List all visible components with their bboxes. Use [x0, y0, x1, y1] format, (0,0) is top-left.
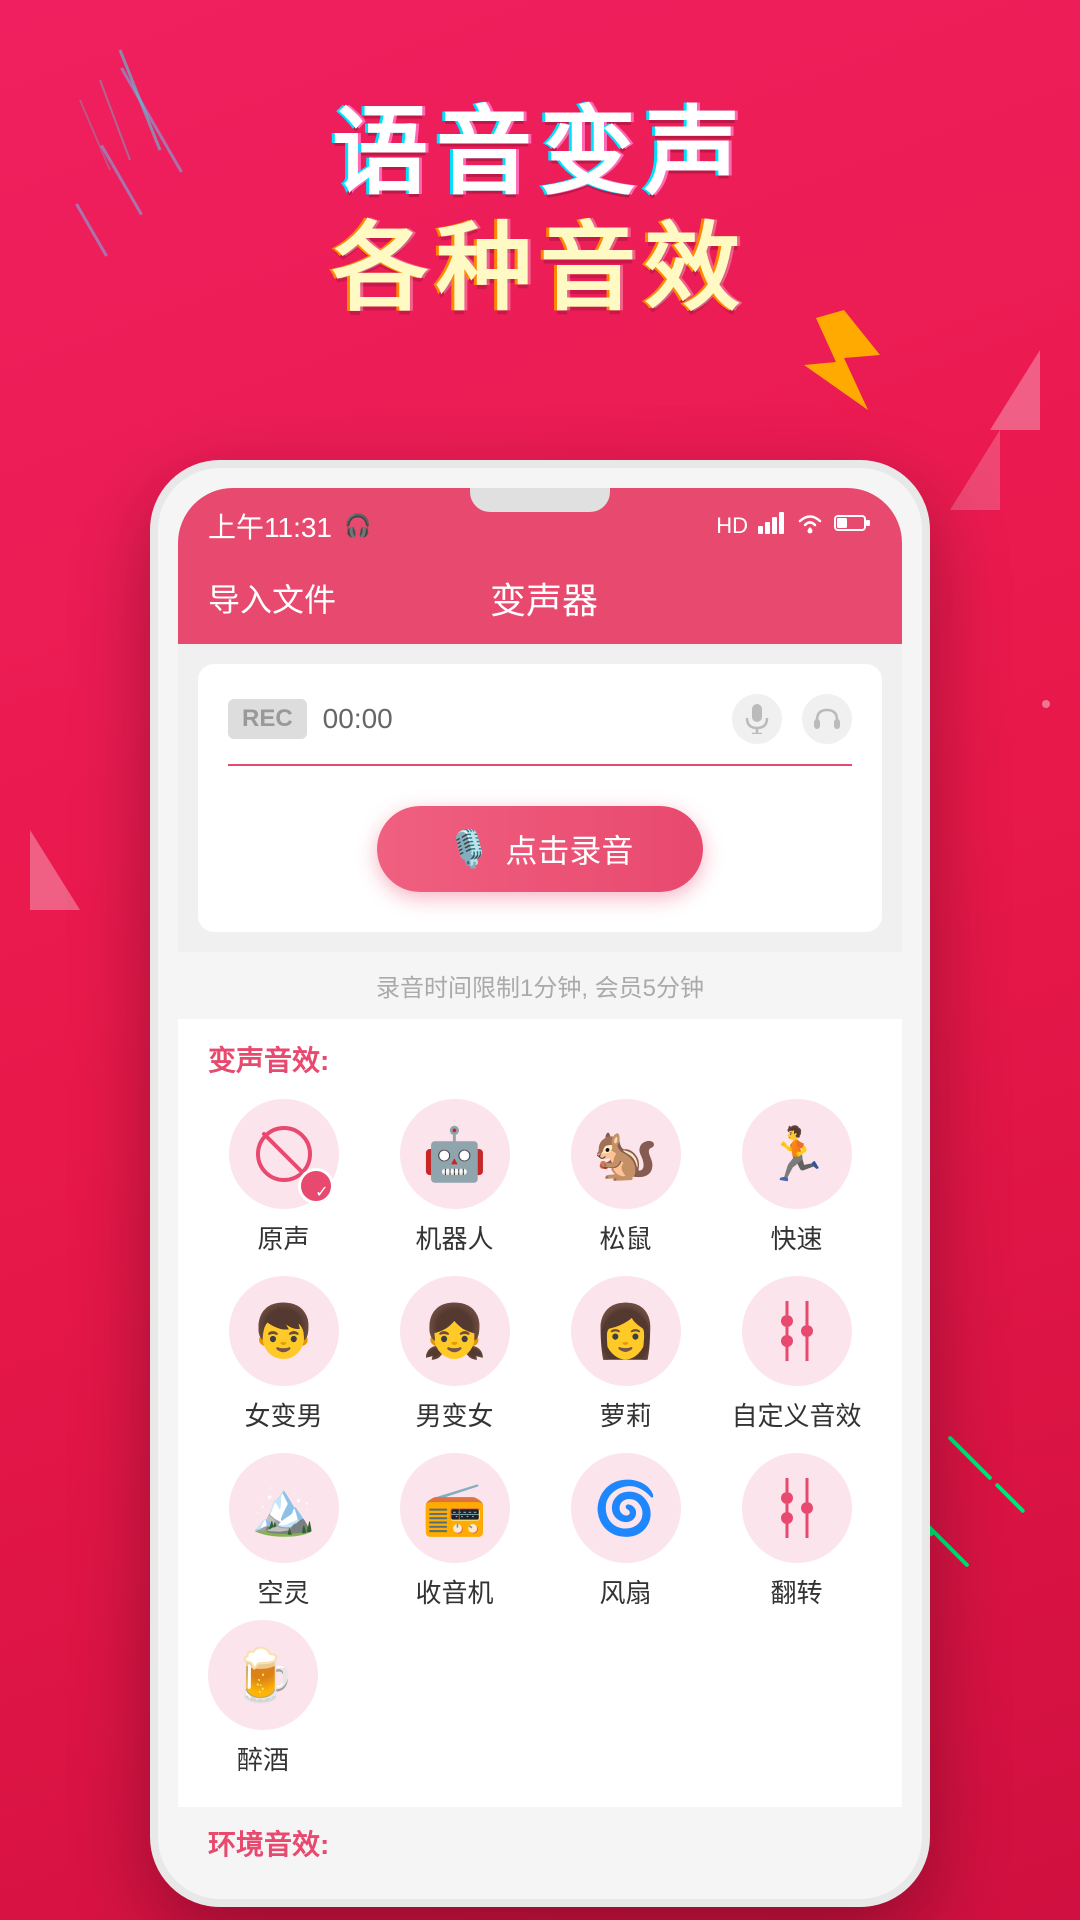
effect-m2f-circle: 👧	[400, 1276, 510, 1386]
effect-f2m[interactable]: 👦 女变男	[208, 1276, 359, 1433]
app-title: 变声器	[490, 572, 598, 624]
wifi-icon	[796, 512, 824, 540]
effect-custom-label: 自定义音效	[731, 1396, 861, 1433]
record-btn-label: 点击录音	[505, 826, 633, 872]
effect-molly[interactable]: 👩 萝莉	[550, 1276, 701, 1433]
phone-screen: 上午11:31 🎧 HD	[178, 488, 902, 1879]
effects-title: 变声音效:	[208, 1039, 872, 1079]
effect-f2m-label: 女变男	[244, 1396, 322, 1433]
effect-squirrel-label: 松鼠	[599, 1219, 651, 1256]
effect-fast-label: 快速	[770, 1219, 822, 1256]
effect-fast[interactable]: 🏃 快速	[721, 1099, 872, 1256]
effect-drunk[interactable]: 🍺 醉酒	[208, 1620, 318, 1777]
rec-icons	[732, 694, 852, 744]
effect-radio-label: 收音机	[415, 1573, 493, 1610]
mic-toggle-btn[interactable]	[732, 694, 782, 744]
hint-area: 录音时间限制1分钟, 会员5分钟	[178, 952, 902, 1019]
phone-mockup: 上午11:31 🎧 HD	[150, 460, 930, 1907]
battery-icon	[834, 513, 872, 539]
status-icons: HD	[716, 512, 872, 540]
effect-fan-label: 风扇	[599, 1573, 651, 1610]
headphone-icon: 🎧	[344, 513, 371, 539]
effect-fan-circle: 🌀	[571, 1453, 681, 1563]
effects-section: 变声音效: 原声 🤖 机器人	[178, 1019, 902, 1807]
effect-drunk-circle: 🍺	[208, 1620, 318, 1730]
effect-m2f-label: 男变女	[415, 1396, 493, 1433]
status-time: 上午11:31	[208, 506, 332, 546]
effect-drunk-label: 醉酒	[237, 1740, 289, 1777]
effect-ethereal-label: 空灵	[257, 1573, 309, 1610]
phone-frame: 上午11:31 🎧 HD	[150, 460, 930, 1907]
effect-m2f[interactable]: 👧 男变女	[379, 1276, 530, 1433]
waveform-line	[228, 764, 852, 766]
effect-ethereal[interactable]: 🏔️ 空灵	[208, 1453, 359, 1610]
effect-fan[interactable]: 🌀 风扇	[550, 1453, 701, 1610]
effect-radio[interactable]: 📻 收音机	[379, 1453, 530, 1610]
rec-badge: REC	[228, 699, 307, 739]
effects-grid: 原声 🤖 机器人 🐿️ 松鼠 🏃 快速	[208, 1099, 872, 1610]
effect-custom[interactable]: 自定义音效	[721, 1276, 872, 1433]
effect-flip-label: 翻转	[770, 1573, 822, 1610]
rec-bar: REC 00:00	[228, 694, 852, 744]
effect-molly-circle: 👩	[571, 1276, 681, 1386]
app-header: 导入文件 变声器	[178, 556, 902, 644]
record-button[interactable]: 🎙️ 点击录音	[377, 806, 704, 892]
recording-area: REC 00:00	[198, 664, 882, 932]
effect-flip[interactable]: 翻转	[721, 1453, 872, 1610]
title-area: 语音变声 各种音效	[0, 100, 1080, 321]
import-file-btn[interactable]: 导入文件	[208, 575, 336, 621]
effect-f2m-circle: 👦	[229, 1276, 339, 1386]
phone-notch	[470, 488, 610, 512]
hd-badge: HD	[716, 513, 748, 539]
rec-time: 00:00	[323, 703, 716, 735]
effect-original[interactable]: 原声	[208, 1099, 359, 1256]
mic-icon: 🎙️	[447, 828, 492, 870]
main-title: 语音变声	[0, 100, 1080, 206]
effect-flip-circle	[742, 1453, 852, 1563]
effect-ethereal-circle: 🏔️	[229, 1453, 339, 1563]
signal-icon	[758, 512, 786, 540]
effect-molly-label: 萝莉	[599, 1396, 651, 1433]
env-section: 环境音效:	[178, 1807, 902, 1879]
effect-robot[interactable]: 🤖 机器人	[379, 1099, 530, 1256]
effect-original-label: 原声	[257, 1219, 309, 1256]
effect-radio-circle: 📻	[400, 1453, 510, 1563]
effect-fast-circle: 🏃	[742, 1099, 852, 1209]
env-title: 环境音效:	[208, 1829, 329, 1860]
effect-squirrel-circle: 🐿️	[571, 1099, 681, 1209]
effect-original-circle	[229, 1099, 339, 1209]
effect-robot-circle: 🤖	[400, 1099, 510, 1209]
effect-squirrel[interactable]: 🐿️ 松鼠	[550, 1099, 701, 1256]
record-btn-container: 🎙️ 点击录音	[228, 806, 852, 892]
hint-text: 录音时间限制1分钟, 会员5分钟	[376, 975, 704, 1002]
effect-custom-circle	[742, 1276, 852, 1386]
effect-robot-label: 机器人	[415, 1219, 493, 1256]
headphone-btn[interactable]	[802, 694, 852, 744]
sub-title: 各种音效	[0, 216, 1080, 322]
